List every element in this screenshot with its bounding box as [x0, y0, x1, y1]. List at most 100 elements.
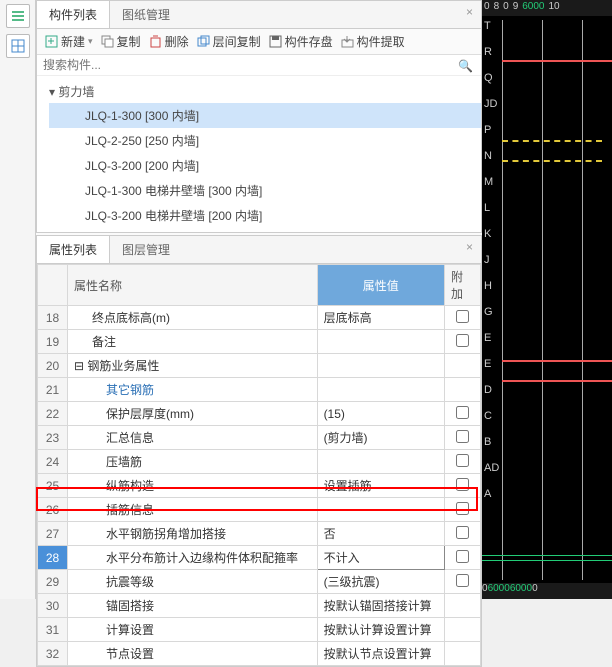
component-tree: ▾ 剪力墙 JLQ-1-300 [300 内墙] JLQ-2-250 [250 … — [37, 76, 481, 232]
prop-extra[interactable] — [445, 426, 481, 450]
prop-extra[interactable] — [445, 402, 481, 426]
col-rownum — [38, 265, 68, 306]
copy-button[interactable]: 复制 — [101, 33, 141, 50]
tab-drawing-mgmt[interactable]: 图纸管理 — [110, 1, 182, 28]
prop-name: 保护层厚度(mm) — [68, 402, 318, 426]
prop-extra[interactable] — [445, 570, 481, 594]
prop-value[interactable]: 按默认计算设置计算 — [317, 618, 444, 642]
prop-extra[interactable] — [445, 642, 481, 666]
extra-checkbox[interactable] — [456, 430, 469, 443]
extra-checkbox[interactable] — [456, 310, 469, 323]
prop-extra[interactable] — [445, 354, 481, 378]
extra-checkbox[interactable] — [456, 478, 469, 491]
extra-checkbox[interactable] — [456, 550, 469, 563]
row-number: 30 — [38, 594, 68, 618]
prop-extra[interactable] — [445, 522, 481, 546]
property-row[interactable]: 19备注 — [38, 330, 481, 354]
prop-name: 终点底标高(m) — [68, 306, 318, 330]
tab-property-list[interactable]: 属性列表 — [37, 236, 110, 263]
extra-checkbox[interactable] — [456, 454, 469, 467]
prop-extra[interactable] — [445, 594, 481, 618]
prop-extra[interactable] — [445, 474, 481, 498]
prop-extra[interactable] — [445, 330, 481, 354]
row-number: 24 — [38, 450, 68, 474]
prop-value[interactable] — [317, 498, 444, 522]
prop-value[interactable]: 否 — [317, 522, 444, 546]
extract-button[interactable]: 构件提取 — [341, 33, 405, 50]
row-number: 27 — [38, 522, 68, 546]
prop-value[interactable]: (15) — [317, 402, 444, 426]
property-row[interactable]: 25纵筋构造设置插筋 — [38, 474, 481, 498]
layer-copy-button[interactable]: 层间复制 — [197, 33, 261, 50]
tree-item[interactable]: JLQ-1-300 [300 内墙] — [49, 103, 481, 128]
close-icon[interactable]: × — [458, 1, 481, 28]
row-number: 22 — [38, 402, 68, 426]
prop-extra[interactable] — [445, 450, 481, 474]
tree-item[interactable]: JLQ-3-200 电梯井壁墙 [200 内墙] — [49, 203, 481, 228]
tree-parent-shearwall[interactable]: ▾ 剪力墙 — [49, 80, 481, 103]
prop-extra[interactable] — [445, 378, 481, 402]
property-row[interactable]: 30锚固搭接按默认锚固搭接计算 — [38, 594, 481, 618]
search-box[interactable]: 🔍 — [37, 55, 481, 76]
prop-value[interactable]: 按默认节点设置计算 — [317, 642, 444, 666]
row-number: 20 — [38, 354, 68, 378]
property-row[interactable]: 26插筋信息 — [38, 498, 481, 522]
row-number: 25 — [38, 474, 68, 498]
prop-name: 备注 — [68, 330, 318, 354]
property-row[interactable]: 27水平钢筋拐角增加搭接否 — [38, 522, 481, 546]
grid-icon[interactable] — [6, 34, 30, 58]
save-button[interactable]: 构件存盘 — [269, 33, 333, 50]
prop-extra[interactable] — [445, 618, 481, 642]
property-grid: 属性名称 属性值 附加 18终点底标高(m)层底标高19备注20⊟ 钢筋业务属性… — [37, 264, 481, 666]
delete-button[interactable]: 删除 — [149, 33, 189, 50]
prop-value[interactable]: (剪力墙) — [317, 426, 444, 450]
list-icon[interactable] — [6, 4, 30, 28]
prop-name: 纵筋构造 — [68, 474, 318, 498]
prop-extra[interactable] — [445, 306, 481, 330]
prop-value[interactable]: 不计入 — [317, 546, 444, 570]
property-row[interactable]: 23汇总信息(剪力墙) — [38, 426, 481, 450]
extra-checkbox[interactable] — [456, 574, 469, 587]
property-row[interactable]: 28水平分布筋计入边缘构件体积配箍率不计入 — [38, 546, 481, 570]
prop-value[interactable] — [317, 378, 444, 402]
prop-extra[interactable] — [445, 546, 481, 570]
tab-component-list[interactable]: 构件列表 — [37, 1, 110, 28]
extra-checkbox[interactable] — [456, 502, 469, 515]
prop-value[interactable] — [317, 330, 444, 354]
search-input[interactable] — [43, 58, 475, 72]
search-icon[interactable]: 🔍 — [458, 59, 473, 73]
component-toolbar: 新建▾ 复制 删除 层间复制 构件存盘 构件提取 — [37, 29, 481, 55]
col-value: 属性值 — [317, 265, 444, 306]
prop-value[interactable]: 层底标高 — [317, 306, 444, 330]
cad-canvas[interactable]: 0809600010 TRQJDPNMLKJHGEEDCBADA 0600060… — [482, 0, 612, 599]
close-icon[interactable]: × — [458, 236, 481, 263]
property-row[interactable]: 31计算设置按默认计算设置计算 — [38, 618, 481, 642]
property-row[interactable]: 21其它钢筋 — [38, 378, 481, 402]
prop-extra[interactable] — [445, 498, 481, 522]
tree-item[interactable]: JLQ-3-200 [200 内墙] — [49, 153, 481, 178]
prop-name: 水平分布筋计入边缘构件体积配箍率 — [68, 546, 318, 570]
new-button[interactable]: 新建▾ — [45, 33, 93, 50]
prop-name: 节点设置 — [68, 642, 318, 666]
extra-checkbox[interactable] — [456, 334, 469, 347]
prop-value[interactable] — [317, 354, 444, 378]
prop-value[interactable]: 设置插筋 — [317, 474, 444, 498]
ruler-top: 0809600010 — [482, 0, 612, 16]
prop-value[interactable]: (三级抗震) — [317, 570, 444, 594]
prop-value[interactable]: 按默认锚固搭接计算 — [317, 594, 444, 618]
row-number: 18 — [38, 306, 68, 330]
property-row[interactable]: 18终点底标高(m)层底标高 — [38, 306, 481, 330]
property-row[interactable]: 24压墙筋 — [38, 450, 481, 474]
property-row[interactable]: 20⊟ 钢筋业务属性 — [38, 354, 481, 378]
tree-item[interactable]: JLQ-1-300 电梯井壁墙 [300 内墙] — [49, 178, 481, 203]
extra-checkbox[interactable] — [456, 526, 469, 539]
tab-layer-mgmt[interactable]: 图层管理 — [110, 236, 182, 263]
tree-item[interactable]: JLQ-2-250 [250 内墙] — [49, 128, 481, 153]
property-row[interactable]: 29抗震等级(三级抗震) — [38, 570, 481, 594]
property-row[interactable]: 22保护层厚度(mm)(15) — [38, 402, 481, 426]
property-row[interactable]: 32节点设置按默认节点设置计算 — [38, 642, 481, 666]
prop-name: 汇总信息 — [68, 426, 318, 450]
extra-checkbox[interactable] — [456, 406, 469, 419]
prop-value[interactable] — [317, 450, 444, 474]
row-number: 29 — [38, 570, 68, 594]
